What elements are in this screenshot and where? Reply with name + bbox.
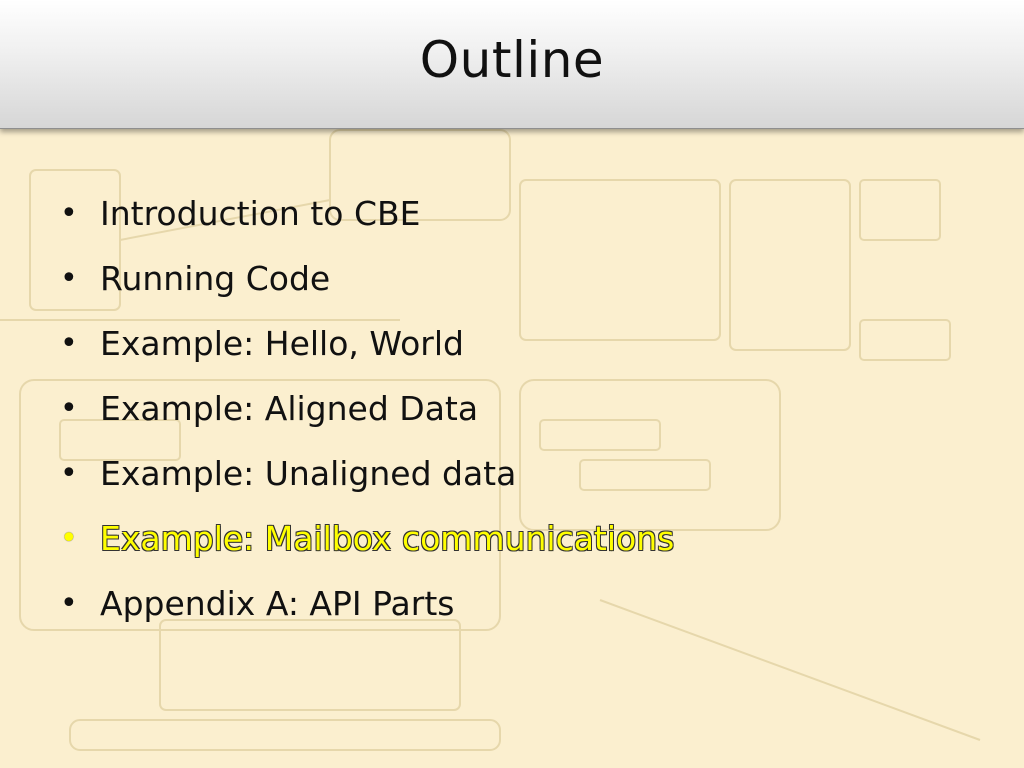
bullet-dot-icon: • bbox=[60, 260, 78, 296]
bullet-item: • Introduction to CBE bbox=[60, 181, 674, 246]
bullet-text: Running Code bbox=[100, 259, 331, 298]
title-bar: Outline bbox=[0, 0, 1024, 129]
bullet-dot-icon: • bbox=[60, 585, 78, 621]
bullet-text: Introduction to CBE bbox=[100, 194, 421, 233]
slide-title: Outline bbox=[419, 31, 605, 89]
bullet-item: • Example: Aligned Data bbox=[60, 376, 674, 441]
bullet-dot-icon: • bbox=[60, 325, 78, 361]
bullet-item: • Running Code bbox=[60, 246, 674, 311]
bullet-dot-icon: • bbox=[60, 520, 78, 556]
bullet-text: Example: Aligned Data bbox=[100, 389, 479, 428]
bullet-text: Example: Mailbox communications bbox=[100, 519, 675, 558]
bullet-text: Example: Hello, World bbox=[100, 324, 464, 363]
bullet-dot-icon: • bbox=[60, 455, 78, 491]
bullet-item: • Example: Unaligned data bbox=[60, 441, 674, 506]
bullet-item: • Appendix A: API Parts bbox=[60, 571, 674, 636]
bullet-dot-icon: • bbox=[60, 390, 78, 426]
bullet-list: • Introduction to CBE • Running Code • E… bbox=[60, 181, 674, 636]
bullet-item-highlighted: • Example: Mailbox communications bbox=[60, 506, 674, 571]
bullet-item: • Example: Hello, World bbox=[60, 311, 674, 376]
bullet-text: Example: Unaligned data bbox=[100, 454, 517, 493]
bullet-text: Appendix A: API Parts bbox=[100, 584, 455, 623]
bullet-dot-icon: • bbox=[60, 195, 78, 231]
